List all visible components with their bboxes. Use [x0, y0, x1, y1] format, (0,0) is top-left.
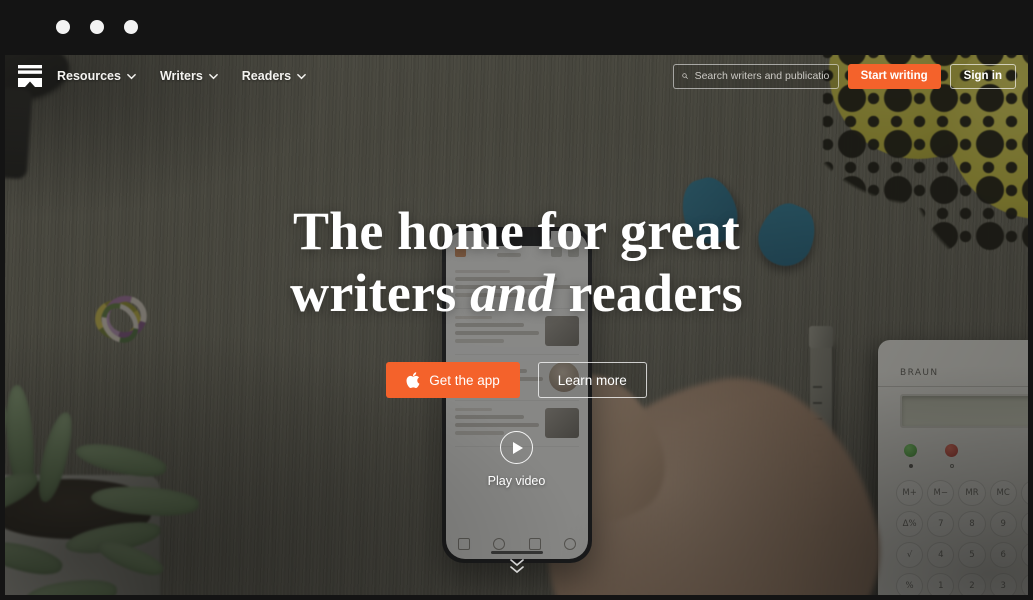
- nav-item-readers[interactable]: Readers: [242, 69, 306, 83]
- search-box[interactable]: [672, 63, 839, 89]
- nav-item-resources[interactable]: Resources: [57, 69, 136, 83]
- window-maximize-dot[interactable]: [124, 20, 138, 34]
- headline-line-2b: readers: [554, 262, 743, 323]
- get-the-app-button[interactable]: Get the app: [386, 362, 520, 399]
- play-triangle-icon: [513, 441, 523, 454]
- learn-more-button[interactable]: Learn more: [537, 362, 647, 399]
- search-icon: [681, 73, 688, 79]
- window-controls: [56, 20, 138, 34]
- window-minimize-dot[interactable]: [90, 20, 104, 34]
- double-chevron-down-icon: [509, 559, 524, 574]
- navbar-right-group: Start writing Sign in: [672, 63, 1016, 89]
- start-writing-button[interactable]: Start writing: [847, 63, 941, 89]
- medium-publication-logo-icon[interactable]: [17, 64, 43, 88]
- headline-line-2a: writers: [290, 262, 471, 323]
- hero-cta-group: Get the app Learn more: [386, 362, 647, 399]
- nav-item-label: Readers: [241, 69, 292, 83]
- chevron-down-icon: [208, 73, 218, 79]
- hero-section: The home for great writers and readers G…: [5, 97, 1028, 595]
- browser-chrome-bar: [0, 0, 1033, 55]
- browser-window: BRAUN M+M−MRMC⁺⁄₋Δ%789÷√456×%123−C0.=+: [0, 0, 1033, 600]
- play-video-label: Play video: [487, 474, 546, 489]
- chevron-down-icon: [127, 73, 136, 79]
- play-button-circle[interactable]: [500, 431, 533, 465]
- scroll-down-indicator[interactable]: [506, 556, 528, 581]
- site-navbar: Resources Writers Readers Search writers…: [5, 55, 1028, 97]
- hero-headline: The home for great writers and readers: [290, 201, 743, 324]
- headline-line-1: The home for great: [292, 201, 740, 261]
- get-the-app-label: Get the app: [429, 372, 500, 388]
- nav-item-label: Writers: [159, 69, 203, 83]
- nav-item-writers[interactable]: Writers: [160, 69, 218, 83]
- search-input[interactable]: [694, 70, 830, 82]
- sign-in-button[interactable]: Sign in: [949, 63, 1016, 89]
- apple-icon: [406, 372, 420, 389]
- page-viewport: BRAUN M+M−MRMC⁺⁄₋Δ%789÷√456×%123−C0.=+: [5, 55, 1028, 595]
- headline-italic-and: and: [470, 262, 555, 323]
- window-close-dot[interactable]: [56, 20, 70, 34]
- nav-item-label: Resources: [57, 69, 121, 83]
- chevron-down-icon: [297, 73, 306, 79]
- play-video-control[interactable]: Play video: [487, 431, 546, 489]
